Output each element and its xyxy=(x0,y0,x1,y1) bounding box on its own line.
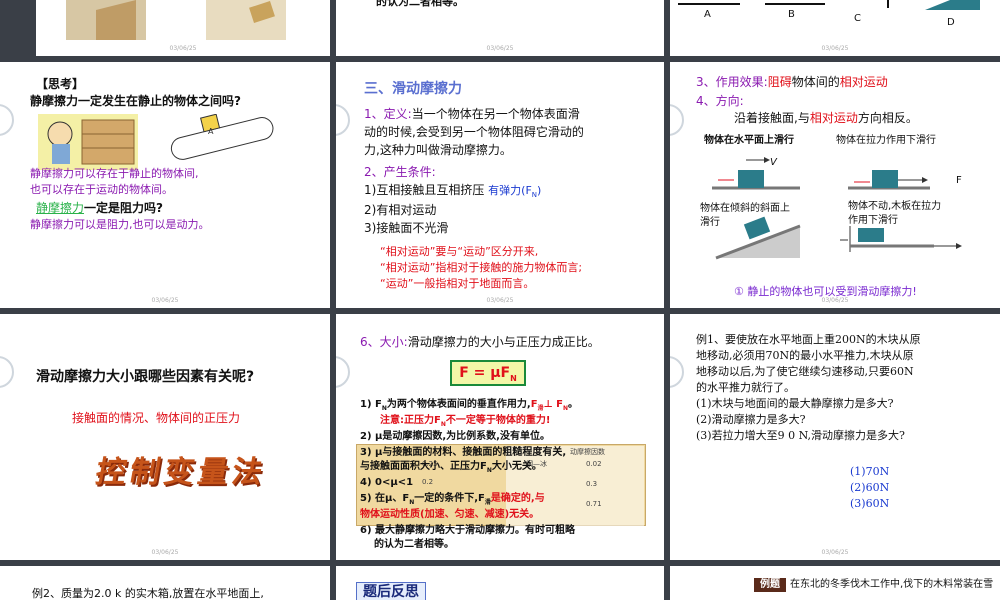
answer-3: 静摩擦力可以是阻力,也可以是动力。 xyxy=(30,218,210,231)
label-b: B xyxy=(788,9,795,20)
question-1: (1)木块与地面间的最大静摩擦力是多大? xyxy=(696,397,894,410)
factor-question: 滑动摩擦力大小跟哪些因素有关呢? xyxy=(36,369,255,385)
slide-9[interactable]: 例1、要使放在水平地面上重200N的木块从原 地移动,必须用70N的最小水平推力… xyxy=(670,314,1000,560)
q2-term: 静摩擦力 xyxy=(36,201,85,215)
rule-1-note: 注意:正压力FN不一定等于物体的重力! xyxy=(380,415,551,428)
box-label-a: A xyxy=(208,127,214,136)
rule-6a: 6) 最大静摩擦力略大于滑动摩擦力。有时可粗略 xyxy=(360,525,576,536)
think-question: 静摩擦力一定发生在静止的物体之间吗? xyxy=(30,94,241,108)
slide-date: 03/06/25 xyxy=(486,297,514,304)
section-title: 三、滑动摩擦力 xyxy=(364,81,462,97)
slide-6[interactable]: 3、作用效果:阻碍物体间的相对运动 4、方向: 沿着接触面,与相对运动方向相反。… xyxy=(670,62,1000,308)
slide-1[interactable]: 03/06/25 xyxy=(36,0,330,56)
slide-10[interactable]: 例2、质量为2.0 k 的实木箱,放置在水平地面上, xyxy=(0,566,330,600)
caption-4: 物体不动,木板在拉力 xyxy=(848,201,942,212)
example-2-text: 例2、质量为2.0 k 的实木箱,放置在水平地面上, xyxy=(32,587,264,600)
rule-3b: 与接触面面积大小、正压力FN大小无关。 xyxy=(360,461,542,474)
example-3-text: 在东北的冬季伐木工作中,伐下的木料常装在雪 xyxy=(790,579,994,590)
rule-1: 1) FN为两个物体表面间的垂直作用力,F滑⊥ FN。 xyxy=(360,399,579,412)
factor-answer: 接触面的情况、物体间的正压力 xyxy=(72,411,241,425)
caption-3: 物体在倾斜的斜面上 xyxy=(700,203,790,214)
slide-8[interactable]: 6、大小:滑动摩擦力的大小与正压力成正比。 F = μFN 1) FN为两个物体… xyxy=(336,314,664,560)
condition-label: 2、产生条件: xyxy=(364,165,436,179)
question-2: 静摩擦力一定是阻力吗? xyxy=(36,200,163,217)
rule-4: 4) 0<μ<1 xyxy=(360,477,414,488)
F-label: F xyxy=(956,175,962,186)
slide-11[interactable]: 题后反思 xyxy=(336,566,664,600)
rule-6b: 的认为二者相等。 xyxy=(374,539,454,550)
definition-line-3: 力,这种力叫做滑动摩擦力。 xyxy=(364,143,512,157)
slide-date: 03/06/25 xyxy=(821,549,849,556)
slide-5[interactable]: 三、滑动摩擦力 1、定义:当一个物体在另一个物体表面滑 动的时候,会受到另一个物… xyxy=(336,62,664,308)
slide-date: 03/06/25 xyxy=(151,297,179,304)
condition-1: 1)互相接触且互相挤压 有弹力(FN) xyxy=(364,183,542,200)
table-header: 动摩擦因数 xyxy=(570,448,605,456)
slide-7[interactable]: 滑动摩擦力大小跟哪些因素有关呢? 接触面的情况、物体间的正压力 控制变量法 03… xyxy=(0,314,330,560)
q2-rest: 一定是阻力吗? xyxy=(84,201,163,215)
nav-dot[interactable] xyxy=(0,104,14,136)
condition-2: 2)有相对运动 xyxy=(364,203,437,217)
slide-4[interactable]: 【思考】 静摩擦力一定发生在静止的物体之间吗? A 静摩擦力可以存在于静止的物体… xyxy=(0,62,330,308)
nav-dot[interactable] xyxy=(336,104,350,136)
example-badge: 例题 xyxy=(754,578,786,592)
note-1: “相对运动”要与“运动”区分开来, xyxy=(380,245,539,258)
nav-dot[interactable] xyxy=(670,356,684,388)
slide-date: 03/06/25 xyxy=(151,549,179,556)
note-2: “相对运动”指相对于接触的施力物体而言; xyxy=(380,261,583,274)
question-2: (2)滑动摩擦力是多大? xyxy=(696,413,806,426)
caption-4b: 作用下滑行 xyxy=(848,215,898,226)
caption-3b: 滑行 xyxy=(700,217,720,228)
effect-line: 3、作用效果:阻碍物体间的相对运动 xyxy=(696,75,888,89)
table-cell: 0.02 xyxy=(586,460,602,468)
slide-date: 03/06/25 xyxy=(486,45,514,52)
label-c: C xyxy=(854,13,861,24)
label-a: A xyxy=(704,9,711,20)
note-3: “运动”一般指相对于地面而言。 xyxy=(380,277,535,290)
size-title: 6、大小:滑动摩擦力的大小与正压力成正比。 xyxy=(360,335,600,349)
table-cell: 0.71 xyxy=(586,500,602,508)
condition-3: 3)接触面不光滑 xyxy=(364,221,449,235)
v-label: V xyxy=(770,157,777,168)
slide-3[interactable]: A B C D 03/06/25 xyxy=(670,0,1000,56)
direction-text: 沿着接触面,与相对运动方向相反。 xyxy=(734,111,918,125)
label-d: D xyxy=(947,17,955,28)
caption-1: 物体在水平面上滑行 xyxy=(704,135,794,146)
slide-text: 的认为二者相等。 xyxy=(376,0,464,8)
question-3: (3)若拉力增大至9 0 N,滑动摩擦力是多大? xyxy=(696,429,905,442)
example-line-3: 地移动以后,为了使它继续匀速移动,只要60N xyxy=(696,365,914,378)
slide-12[interactable]: 例题 在东北的冬季伐木工作中,伐下的木料常装在雪 xyxy=(670,566,1000,600)
slide-2[interactable]: 的认为二者相等。 03/06/25 xyxy=(336,0,664,56)
example-line-1: 例1、要使放在水平地面上重200N的木块从原 xyxy=(696,333,921,346)
slide-date: 03/06/25 xyxy=(821,297,849,304)
elastic-note: 有弹力(FN) xyxy=(488,184,542,200)
example-line-4: 的水平推力就行了。 xyxy=(696,381,795,394)
caption-2: 物体在拉力作用下滑行 xyxy=(836,135,936,146)
method-art-text: 控制变量法 xyxy=(93,455,270,490)
think-heading: 【思考】 xyxy=(36,77,85,91)
rule-2: 2) μ是动摩擦因数,为比例系数,没有单位。 xyxy=(360,431,550,442)
nav-dot[interactable] xyxy=(336,356,350,388)
table-cell: 0.2 xyxy=(422,478,434,486)
answer-2: 也可以存在于运动的物体间。 xyxy=(30,183,173,196)
definition-line-2: 动的时候,会受到另一个物体阻碍它滑动的 xyxy=(364,125,584,139)
answer-1: 静摩擦力可以存在于静止的物体间, xyxy=(30,167,199,180)
slide-sorter-grid: 03/06/25 的认为二者相等。 03/06/25 A B C D 03/06… xyxy=(0,0,1000,600)
table-cell: 0.3 xyxy=(586,480,598,488)
direction-label: 4、方向: xyxy=(696,94,744,108)
reflection-title: 题后反思 xyxy=(356,582,426,600)
slide-date: 03/06/25 xyxy=(169,45,197,52)
answer-2: (2)60N xyxy=(850,481,890,494)
answer-3: (3)60N xyxy=(850,497,890,510)
example-line-2: 地移动,必须用70N的最小水平推力,木块从原 xyxy=(696,349,914,362)
rule-3a: 3) μ与接触面的材料、接触面的粗糙程度有关, xyxy=(360,447,567,458)
nav-dot[interactable] xyxy=(0,356,14,388)
definition-line-1: 1、定义:当一个物体在另一个物体表面滑 xyxy=(364,107,580,121)
rule-5a: 5) 在μ、FN一定的条件下,F滑是确定的,与 xyxy=(360,493,545,506)
formula-box: F = μFN xyxy=(450,360,526,386)
answer-1: (1)70N xyxy=(850,465,890,478)
nav-dot[interactable] xyxy=(670,104,684,136)
rule-5b: 物体运动性质(加速、匀速、减速)无关。 xyxy=(360,509,540,520)
slide-date: 03/06/25 xyxy=(821,45,849,52)
